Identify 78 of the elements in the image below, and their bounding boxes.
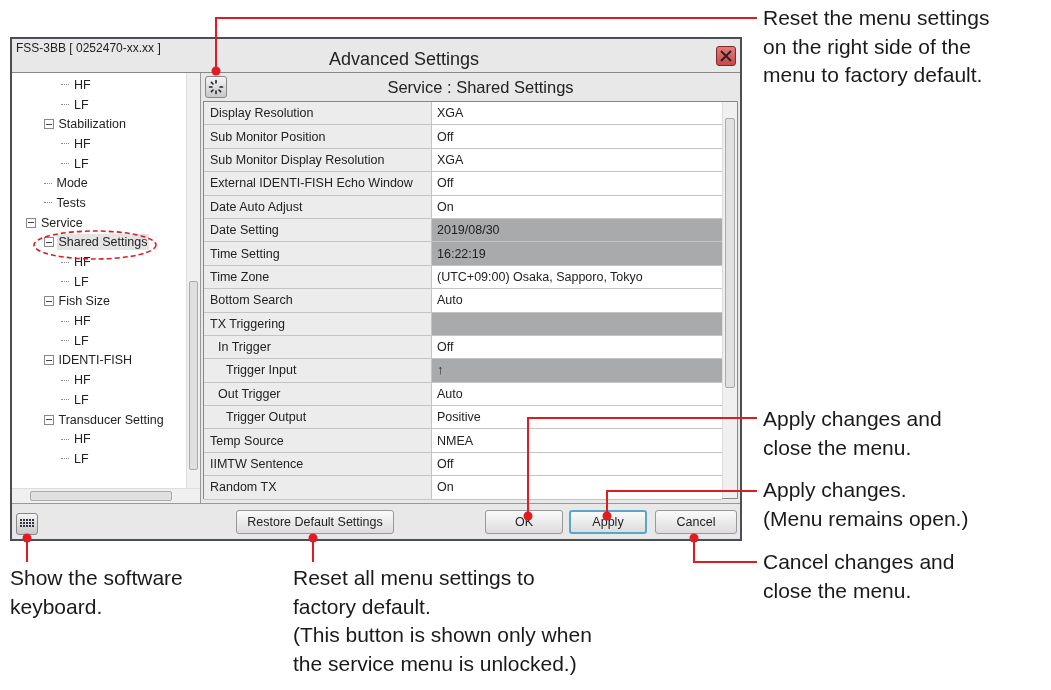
window-title: Advanced Settings bbox=[328, 49, 480, 70]
leader-line bbox=[689, 533, 758, 563]
tree-item[interactable]: HF bbox=[72, 431, 93, 448]
collapse-icon[interactable] bbox=[43, 355, 54, 366]
setting-label: Temp Source bbox=[204, 429, 432, 452]
cancel-button[interactable]: Cancel bbox=[655, 510, 737, 534]
keyboard-icon[interactable] bbox=[16, 513, 38, 535]
tree-item[interactable]: LF bbox=[72, 450, 91, 467]
leader-line bbox=[22, 533, 32, 563]
tree-item[interactable]: Mode bbox=[54, 175, 90, 192]
setting-label: Date Auto Adjust bbox=[204, 195, 432, 218]
tree-connector bbox=[43, 182, 52, 184]
tree-item[interactable]: LF bbox=[72, 273, 91, 290]
tree-item[interactable]: Transducer Setting bbox=[56, 411, 166, 428]
setting-label: Sub Monitor Display Resolution bbox=[204, 148, 432, 172]
collapse-icon[interactable] bbox=[43, 119, 54, 130]
device-label: FSS-3BB [ 0252470-xx.xx ] bbox=[16, 41, 161, 55]
callout-text: Show the software keyboard. bbox=[10, 565, 183, 620]
tree-item[interactable]: Stabilization bbox=[56, 116, 128, 133]
tree-item[interactable]: LF bbox=[72, 155, 91, 172]
tree-connector bbox=[61, 379, 69, 381]
collapse-icon[interactable] bbox=[26, 217, 36, 228]
collapse-icon[interactable] bbox=[43, 296, 54, 307]
scrollbar[interactable] bbox=[722, 102, 737, 498]
callout-text: Cancel changes and close the menu. bbox=[763, 549, 955, 604]
tree-connector bbox=[61, 399, 69, 401]
setting-label: In Trigger bbox=[204, 335, 432, 359]
tree-item[interactable]: LF bbox=[72, 332, 91, 349]
setting-label: Trigger Input bbox=[204, 359, 432, 382]
callout-text: Apply changes. (Menu remains open.) bbox=[763, 477, 969, 532]
tree-connector bbox=[61, 104, 69, 106]
setting-label: Out Trigger bbox=[204, 382, 432, 406]
tree-item[interactable]: LF bbox=[72, 96, 91, 113]
tree-item[interactable]: IDENTI-FISH bbox=[56, 352, 135, 369]
close-button[interactable] bbox=[716, 45, 736, 66]
collapse-icon[interactable] bbox=[43, 414, 54, 425]
panel-title: Service : Shared Settings bbox=[387, 77, 574, 97]
setting-label: Date Setting bbox=[204, 218, 432, 242]
reset-icon[interactable] bbox=[205, 76, 227, 98]
tree-connector bbox=[61, 340, 69, 342]
setting-label: Sub Monitor Position bbox=[204, 125, 432, 148]
setting-label: Display Resolution bbox=[204, 102, 432, 125]
tree-item[interactable]: HF bbox=[72, 372, 93, 389]
leader-line bbox=[308, 533, 318, 563]
tree-connector bbox=[61, 84, 69, 86]
setting-label: Trigger Output bbox=[204, 406, 432, 429]
restore-defaults-button[interactable]: Restore Default Settings bbox=[236, 510, 394, 534]
tree-item[interactable]: HF bbox=[72, 76, 93, 93]
setting-label: Bottom Search bbox=[204, 289, 432, 312]
setting-label: Random TX bbox=[204, 476, 432, 499]
tree-item[interactable]: HF bbox=[72, 135, 93, 152]
tree-item[interactable]: HF bbox=[72, 313, 93, 330]
callout-text: Reset the menu settings on the right side of the menu to factory default. bbox=[763, 5, 990, 88]
tree-connector bbox=[61, 163, 69, 165]
setting-label: External IDENTI-FISH Echo Window bbox=[204, 172, 432, 195]
callout-text: Apply changes and close the menu. bbox=[763, 406, 942, 461]
tree-connector bbox=[61, 143, 69, 145]
setting-label: IIMTW Sentence bbox=[204, 452, 432, 476]
tree-connector bbox=[61, 281, 69, 283]
setting-label: Time Setting bbox=[204, 242, 432, 265]
setting-label: TX Triggering bbox=[204, 312, 432, 335]
tree-item[interactable]: Tests bbox=[54, 194, 88, 211]
tree-item[interactable]: LF bbox=[72, 391, 91, 408]
tree-item[interactable]: Shared Settings bbox=[56, 234, 150, 251]
scrollbar[interactable] bbox=[186, 73, 200, 488]
tree-item[interactable]: HF bbox=[72, 254, 93, 271]
tree-connector bbox=[61, 320, 69, 322]
callout-text: Reset all menu settings to factory default. (This button is shown only when the service menu is unlocked.) bbox=[293, 565, 592, 677]
setting-label: Time Zone bbox=[204, 265, 432, 289]
collapse-icon[interactable] bbox=[43, 237, 54, 248]
tree-connector bbox=[61, 458, 69, 460]
tree-connector bbox=[61, 438, 69, 440]
tree-item[interactable]: Service bbox=[39, 214, 85, 231]
tree-connector bbox=[43, 202, 52, 204]
tree-item[interactable]: Fish Size bbox=[56, 293, 112, 310]
tree-connector bbox=[61, 261, 69, 263]
apply-button[interactable]: Apply bbox=[569, 510, 647, 534]
horizontal-scrollbar[interactable] bbox=[12, 488, 200, 503]
